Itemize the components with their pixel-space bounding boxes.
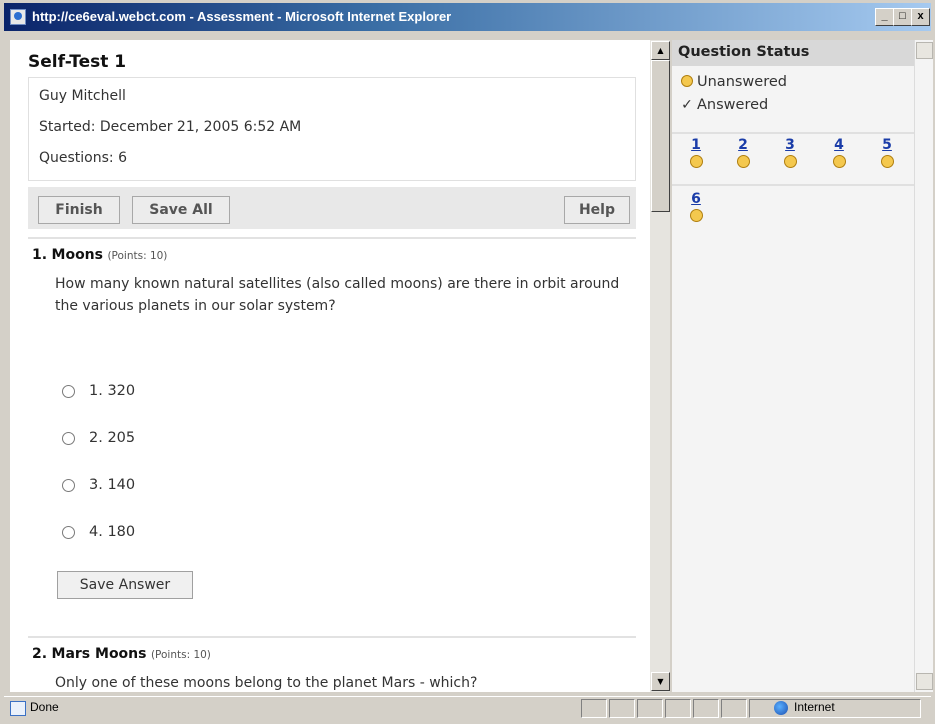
page-icon xyxy=(10,701,26,716)
question-2-points: (Points: 10) xyxy=(150,649,211,661)
test-title: Self-Test 1 xyxy=(28,52,127,72)
ie-page-icon xyxy=(10,9,26,25)
unanswered-circle-icon xyxy=(689,209,703,222)
radio-button[interactable] xyxy=(62,526,75,539)
status-panel xyxy=(665,699,691,718)
finish-button[interactable]: Finish xyxy=(38,196,120,224)
save-answer-button[interactable]: Save Answer xyxy=(57,571,193,599)
legend-answered-label: Answered xyxy=(697,97,769,113)
started-time: Started: December 21, 2005 6:52 AM xyxy=(39,119,302,135)
question-link-number[interactable]: 2 xyxy=(731,138,755,153)
question-link-1[interactable]: 1 xyxy=(684,138,708,168)
minimize-button[interactable]: _ xyxy=(875,8,894,26)
browser-window: http://ce6eval.webct.com - Assessment - … xyxy=(0,0,935,724)
legend-unanswered: Unanswered xyxy=(680,74,787,90)
choice-label: 3. 140 xyxy=(89,477,136,493)
internet-globe-icon xyxy=(774,701,788,715)
unanswered-circle-icon xyxy=(736,155,750,168)
legend-answered: ✓ Answered xyxy=(680,97,768,113)
question-link-number[interactable]: 6 xyxy=(684,192,708,207)
assessment-pane: Self-Test 1 Guy Mitchell Started: Decemb… xyxy=(10,40,650,692)
divider xyxy=(28,636,636,638)
question-link-4[interactable]: 4 xyxy=(827,138,851,168)
status-panel xyxy=(609,699,635,718)
question-1-text: How many known natural satellites (also … xyxy=(55,276,620,314)
assessment-scrollbar[interactable]: ▲ ▼ xyxy=(650,40,670,692)
scroll-thumb[interactable] xyxy=(651,60,670,212)
question-1-number: 1. xyxy=(32,247,48,263)
window-title: http://ce6eval.webct.com - Assessment - … xyxy=(32,9,452,24)
unanswered-circle-icon xyxy=(783,155,797,168)
status-panel xyxy=(637,699,663,718)
divider xyxy=(672,132,914,134)
question-status-title: Question Status xyxy=(678,44,810,60)
radio-button[interactable] xyxy=(62,479,75,492)
divider xyxy=(28,237,636,239)
choice-label: 2. 205 xyxy=(89,430,136,446)
checkmark-icon: ✓ xyxy=(681,97,693,113)
question-link-number[interactable]: 3 xyxy=(778,138,802,153)
question-status-pane: Question Status Unanswered ✓ Answered 1 2… xyxy=(672,40,914,692)
unanswered-circle-icon xyxy=(880,155,894,168)
unanswered-circle-icon xyxy=(832,155,846,168)
questions-count: Questions: 6 xyxy=(39,150,127,166)
radio-button[interactable] xyxy=(62,385,75,398)
status-panel xyxy=(693,699,719,718)
title-bar: http://ce6eval.webct.com - Assessment - … xyxy=(4,3,931,31)
question-link-number[interactable]: 5 xyxy=(875,138,899,153)
question-2-number: 2. xyxy=(32,646,48,662)
question-status-header: Question Status xyxy=(672,40,914,66)
unanswered-circle-icon xyxy=(681,75,693,87)
scroll-up-arrow-icon[interactable] xyxy=(916,42,933,59)
assessment-toolbar: Finish Save All Help xyxy=(28,187,636,229)
question-2-title: Mars Moons xyxy=(51,646,147,662)
unanswered-circle-icon xyxy=(689,155,703,168)
close-button[interactable]: x xyxy=(911,8,930,26)
radio-button[interactable] xyxy=(62,432,75,445)
save-all-button[interactable]: Save All xyxy=(132,196,230,224)
question-link-3[interactable]: 3 xyxy=(778,138,802,168)
question-1-title: Moons xyxy=(51,247,103,263)
help-button[interactable]: Help xyxy=(564,196,630,224)
choice-label: 1. 320 xyxy=(89,383,136,399)
question-link-number[interactable]: 4 xyxy=(827,138,851,153)
status-text: Done xyxy=(30,700,59,714)
scroll-down-arrow-icon[interactable]: ▼ xyxy=(651,672,670,691)
scroll-up-arrow-icon[interactable]: ▲ xyxy=(651,41,670,60)
choice-label: 4. 180 xyxy=(89,524,136,540)
divider xyxy=(672,184,914,186)
legend-unanswered-label: Unanswered xyxy=(697,74,787,90)
question-2-text: Only one of these moons belong to the pl… xyxy=(55,675,478,691)
question-link-6[interactable]: 6 xyxy=(684,192,708,222)
test-info-box: Guy Mitchell Started: December 21, 2005 … xyxy=(28,77,636,181)
status-panel xyxy=(581,699,607,718)
question-2-header: 2. Mars Moons (Points: 10) xyxy=(32,646,211,662)
zone-text: Internet xyxy=(794,700,835,714)
question-link-2[interactable]: 2 xyxy=(731,138,755,168)
question-1-points: (Points: 10) xyxy=(107,250,168,262)
window-scrollbar[interactable] xyxy=(914,40,933,692)
maximize-button[interactable]: □ xyxy=(893,8,912,26)
question-1-header: 1. Moons (Points: 10) xyxy=(32,247,167,263)
status-bar: Done Internet xyxy=(4,696,931,719)
status-panel xyxy=(721,699,747,718)
question-link-number[interactable]: 1 xyxy=(684,138,708,153)
scroll-down-arrow-icon[interactable] xyxy=(916,673,933,690)
student-name: Guy Mitchell xyxy=(39,88,126,104)
question-link-5[interactable]: 5 xyxy=(875,138,899,168)
